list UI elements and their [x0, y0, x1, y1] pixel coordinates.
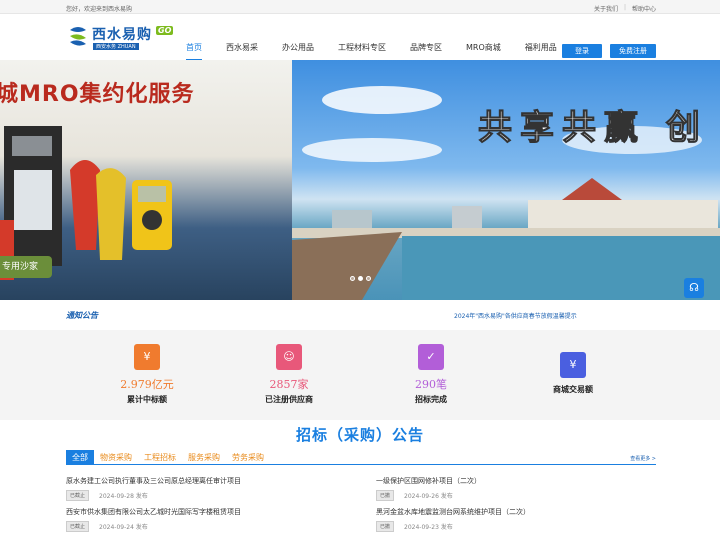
customer-service-icon[interactable]: ☊: [684, 278, 704, 298]
stat-value: 2857家: [269, 378, 309, 391]
carousel-dots: [350, 276, 371, 281]
item-date: 2024-09-26 发布: [404, 493, 453, 500]
stat-value: 2.979亿元: [120, 378, 174, 391]
stat-bid-amount: ¥ 2.979亿元 累计中标额: [92, 344, 202, 405]
main-nav: 首页 西水易采 办公用品 工程材料专区 品牌专区 MRO商城 福利用品: [186, 44, 581, 60]
item-title[interactable]: 黑河金盆水库地震监测台网系统维护项目（二次）: [376, 507, 666, 517]
stat-suppliers: ☺ 2857家 已注册供应商: [234, 344, 344, 405]
tab-labor[interactable]: 劳务采购: [226, 450, 270, 464]
view-more-link[interactable]: 查看更多 >: [630, 455, 656, 462]
yen-icon: ¥: [134, 344, 160, 370]
stat-label: 累计中标额: [127, 395, 167, 404]
banner-right-image: 共享共赢 创: [292, 60, 720, 300]
top-links: 关于我们 | 帮助中心: [594, 4, 656, 13]
carousel-dot-active[interactable]: [358, 276, 363, 281]
tab-materials[interactable]: 物资采购: [94, 450, 138, 464]
login-button[interactable]: 登录: [562, 44, 602, 58]
stat-label: 已注册供应商: [265, 395, 313, 404]
tender-list-right: 一级保护区围网修补项目（二次） 已撤 2024-09-26 发布 黑河金盆水库地震…: [376, 470, 666, 532]
status-badge: 已截止: [66, 521, 90, 532]
stat-completed: ✓ 290笔 招标完成: [376, 344, 486, 405]
logo-go: GO: [156, 26, 174, 35]
banner-left-title: 城MRO集约化服务: [0, 82, 195, 107]
banner-left-image: 城MRO集约化服务 专用沙家: [0, 60, 292, 300]
stat-value: 290笔: [415, 378, 447, 391]
divider: |: [623, 4, 626, 11]
nav-brands[interactable]: 品牌专区: [410, 44, 442, 60]
top-bar: 您好，欢迎来到西水易购 关于我们 | 帮助中心: [0, 0, 720, 14]
logo-icon: [70, 27, 86, 46]
section-title: 招标（采购）公告: [295, 426, 424, 444]
nav-welfare[interactable]: 福利用品: [525, 44, 557, 60]
list-item[interactable]: 黑河金盆水库地震监测台网系统维护项目（二次） 已撤 2024-09-23 发布: [376, 501, 666, 532]
nav-engineering-materials[interactable]: 工程材料专区: [338, 44, 386, 60]
stat-label: 招标完成: [415, 395, 447, 404]
tender-list-left: 原水务建工公司执行董事及三公司原总经理离任审计项目 已截止 2024-09-28 …: [66, 470, 356, 532]
tab-all[interactable]: 全部: [66, 450, 94, 464]
nav-home[interactable]: 首页: [186, 44, 202, 60]
category-tabs: 全部 物资采购 工程招标 服务采购 劳务采购: [66, 450, 656, 465]
yen-icon: ¥: [560, 352, 586, 378]
stat-label: 商城交易额: [553, 385, 593, 394]
item-date: 2024-09-28 发布: [99, 493, 148, 500]
register-button[interactable]: 免费注册: [610, 44, 656, 58]
about-link[interactable]: 关于我们: [594, 4, 618, 13]
waterworks-illustration: [292, 86, 720, 300]
notice-label: 通知公告: [66, 311, 98, 320]
nav-xishui-purchase[interactable]: 西水易采: [226, 44, 258, 60]
status-badge: 已撤: [376, 490, 395, 501]
carousel-dot[interactable]: [366, 276, 371, 281]
stat-mall-volume: ¥ 商城交易额: [518, 352, 628, 395]
carousel-dot[interactable]: [350, 276, 355, 281]
banner-carousel[interactable]: 城MRO集约化服务 专用沙家 共享共赢 创 ☊: [0, 60, 720, 300]
nav-mro-mall[interactable]: MRO商城: [466, 44, 501, 60]
logo-subtitle: 西安水务 ZHUAN: [93, 43, 139, 50]
tab-services[interactable]: 服务采购: [182, 450, 226, 464]
list-item[interactable]: 西安市供水集团有限公司太乙城时光国际写字楼租赁项目 已截止 2024-09-24 …: [66, 501, 356, 532]
user-icon: ☺: [276, 344, 302, 370]
banner-right-title: 共享共赢 创: [478, 108, 708, 149]
item-date: 2024-09-23 发布: [404, 524, 453, 531]
list-item[interactable]: 原水务建工公司执行董事及三公司原总经理离任审计项目 已截止 2024-09-28 …: [66, 470, 356, 501]
notice-bar: 通知公告 2024年"西水易购"各供应商春节放假温馨提示: [0, 300, 720, 330]
status-badge: 已截止: [66, 490, 90, 501]
list-item[interactable]: 一级保护区围网修补项目（二次） 已撤 2024-09-26 发布: [376, 470, 666, 501]
check-icon: ✓: [418, 344, 444, 370]
logo-title: 西水易购: [92, 27, 152, 43]
help-link[interactable]: 帮助中心: [632, 4, 656, 13]
item-date: 2024-09-24 发布: [99, 524, 148, 531]
status-badge: 已撤: [376, 521, 395, 532]
tab-engineering[interactable]: 工程招标: [138, 450, 182, 464]
nav-office-supplies[interactable]: 办公用品: [282, 44, 314, 60]
banner-left-tag: 专用沙家: [0, 256, 52, 278]
stats-panel: ¥ 2.979亿元 累计中标额 ☺ 2857家 已注册供应商 ✓ 290笔 招标…: [0, 330, 720, 420]
item-title[interactable]: 原水务建工公司执行董事及三公司原总经理离任审计项目: [66, 476, 356, 486]
item-title[interactable]: 西安市供水集团有限公司太乙城时光国际写字楼租赁项目: [66, 507, 356, 517]
notice-text[interactable]: 2024年"西水易购"各供应商春节放假温馨提示: [454, 311, 577, 320]
site-logo[interactable]: 西水易购 GO 西安水务 ZHUAN: [66, 24, 178, 52]
welcome-text: 您好，欢迎来到西水易购: [66, 6, 133, 13]
header: 西水易购 GO 西安水务 ZHUAN 首页 西水易采 办公用品 工程材料专区 品…: [0, 14, 720, 60]
item-title[interactable]: 一级保护区围网修补项目（二次）: [376, 476, 666, 486]
